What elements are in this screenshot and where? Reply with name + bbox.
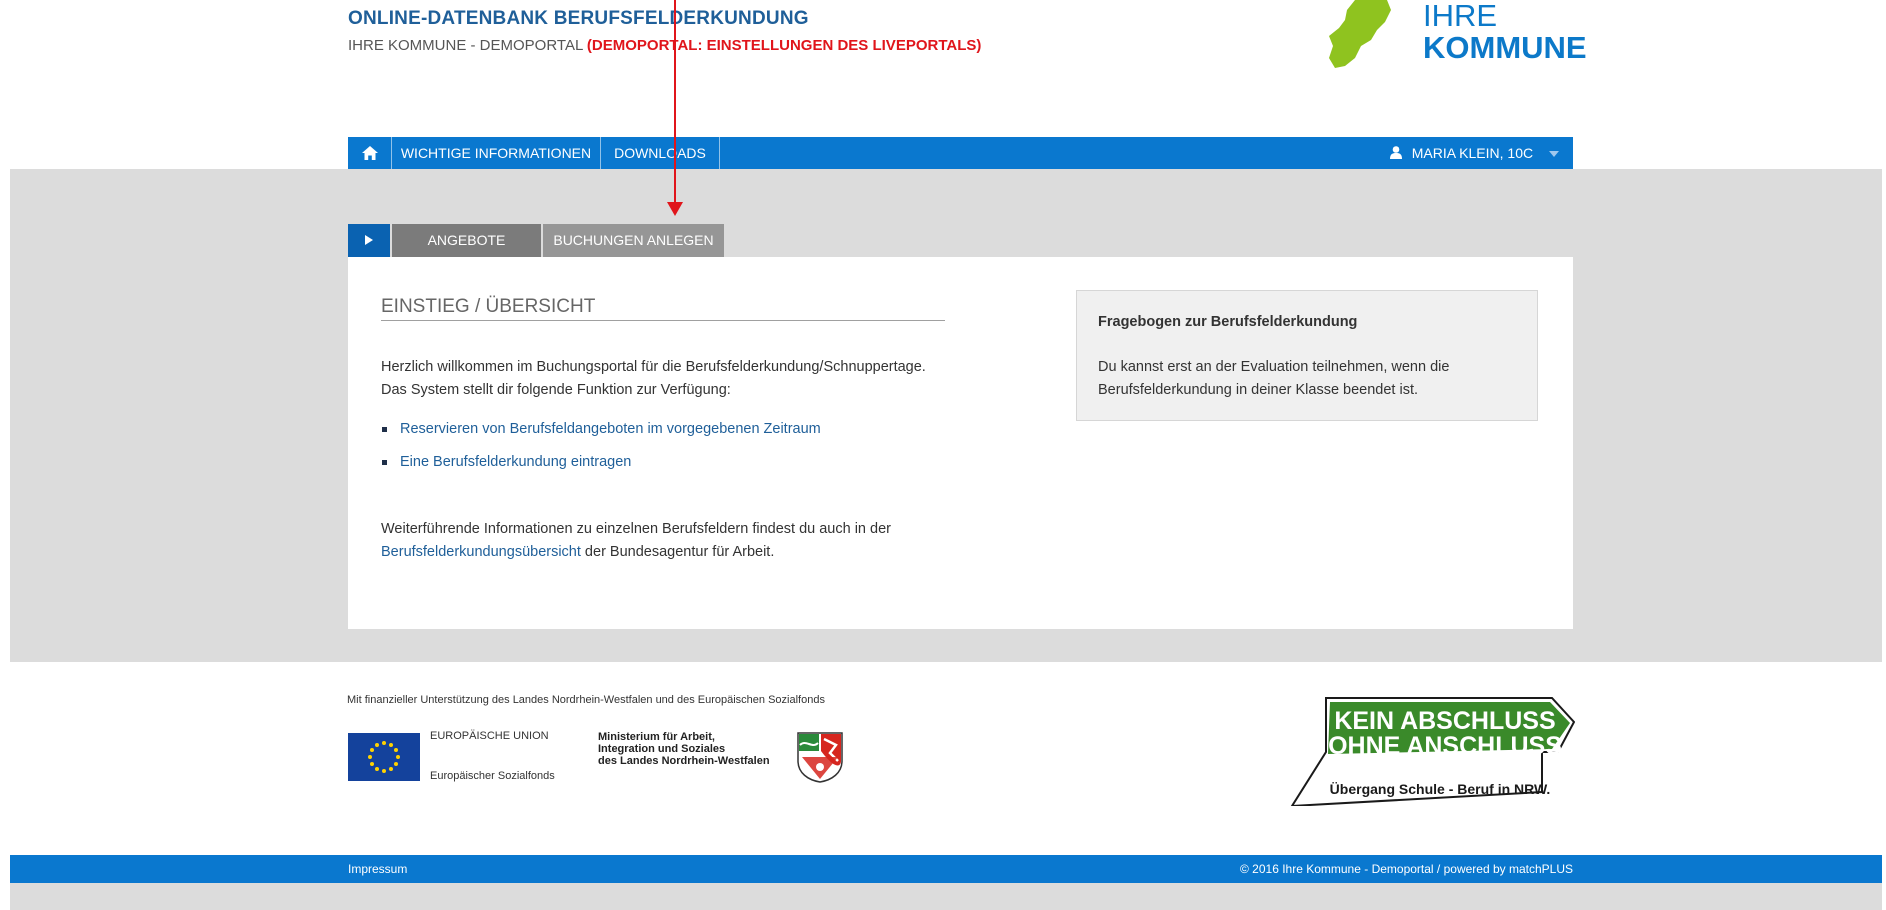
more-info-suffix: der Bundesagentur für Arbeit. [580,544,775,560]
intro-line-1: Herzlich willkommen im Buchungsportal fü… [381,359,926,375]
more-info-line-1: Weiterführende Informationen zu einzelne… [381,521,891,537]
annotation-arrow-icon [667,0,683,216]
sponsor-note: Mit finanzieller Unterstützung des Lande… [347,694,825,706]
home-icon [361,145,378,160]
impressum-link[interactable]: Impressum [348,862,407,876]
user-name: MARIA KLEIN, 10C [1411,145,1534,161]
ministry-line-2: Integration und Soziales [598,743,726,755]
eu-stars-icon [368,741,400,773]
footer-bottom [10,883,1882,910]
kao-line-3: Übergang Schule - Beruf in NRW. [1330,781,1551,797]
intro-text: Herzlich willkommen im Buchungsportal fü… [381,356,926,402]
site-title: ONLINE-DATENBANK BERUFSFELDERKUNDUNG [348,8,809,29]
kommune-logo[interactable]: IHRE KOMMUNE [1423,0,1587,64]
copyright-text: © 2016 Ihre Kommune - Demoportal / power… [1240,862,1573,876]
kein-abschluss-logo[interactable]: KEIN ABSCHLUSS OHNE ANSCHLUSS Übergang S… [1290,696,1575,806]
kao-line-1: KEIN ABSCHLUSS [1334,707,1555,735]
nav-wichtige-informationen[interactable]: WICHTIGE INFORMATIONEN [392,137,601,169]
tab-buchungen-anlegen[interactable]: BUCHUNGEN ANLEGEN [543,224,724,257]
list-bullet [382,460,387,465]
kao-line-2: OHNE ANSCHLUSS [1328,732,1562,760]
nav-home[interactable] [348,137,392,169]
questionnaire-title: Fragebogen zur Berufsfelderkundung [1098,314,1358,330]
user-icon [1389,146,1402,160]
questionnaire-text: Du kannst erst an der Evaluation teilneh… [1098,356,1518,402]
demo-notice: (DEMOPORTAL: EINSTELLUNGEN DES LIVEPORTA… [586,37,982,54]
footer-bar [10,855,1882,883]
logo-line-2: KOMMUNE [1423,30,1587,65]
questionnaire-text-line-1: Du kannst erst an der Evaluation teilneh… [1098,359,1450,375]
eu-union-label: EUROPÄISCHE UNION [430,730,549,742]
caret-down-icon [1549,151,1559,158]
questionnaire-text-line-2: Berufsfelderkundung in deiner Klasse bee… [1098,382,1419,398]
more-info-line-2: Berufsfelderkundungsübersicht der Bundes… [381,541,891,564]
ministry-label: Ministerium für Arbeit, Integration und … [598,731,770,767]
logo-line-1: IHRE [1423,0,1498,33]
link-berufsfelderkundungsuebersicht[interactable]: Berufsfelderkundungsübersicht [381,544,581,560]
nrw-crest-icon [797,732,843,783]
ministry-line-1: Ministerium für Arbeit, [598,731,715,743]
top-navigation: WICHTIGE INFORMATIONEN DOWNLOADS MARIA K… [348,137,1573,169]
eu-flag-icon [348,733,420,781]
subnav-toggle[interactable] [348,224,390,257]
link-reservieren[interactable]: Reservieren von Berufsfeldangeboten im v… [400,418,821,441]
nrw-map-logo-icon [1329,0,1391,68]
list-bullet [382,427,387,432]
user-menu[interactable]: MARIA KLEIN, 10C [1389,137,1559,169]
play-icon [365,234,373,245]
section-title: EINSTIEG / ÜBERSICHT [381,296,945,321]
tab-angebote-reservieren[interactable]: ANGEBOTE RESERVIEREN [392,224,541,281]
portal-name: IHRE KOMMUNE - DEMOPORTAL [348,37,583,54]
link-erkundung-eintragen[interactable]: Eine Berufsfelderkundung eintragen [400,451,631,474]
ministry-line-3: des Landes Nordrhein-Westfalen [598,755,770,767]
esf-label: Europäischer Sozialfonds [430,770,555,782]
intro-line-2: Das System stellt dir folgende Funktion … [381,382,731,398]
more-info-text: Weiterführende Informationen zu einzelne… [381,518,891,564]
